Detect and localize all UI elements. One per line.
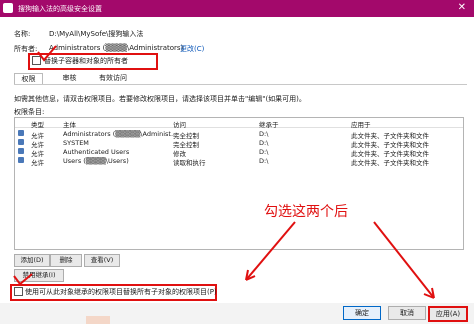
tab-audit[interactable]: 审核 [56, 73, 83, 84]
table-row[interactable]: 允许 SYSTEM 完全控制 D:\ 此文件夹、子文件夹和文件 [15, 138, 463, 149]
title-bar: 搜狗输入法的高级安全设置 ✕ [0, 0, 474, 17]
tab-effective-access[interactable]: 有效访问 [91, 73, 135, 84]
cancel-button[interactable]: 取消 [388, 306, 426, 320]
row-principal: Users (▒▒▒▒\Users) [63, 157, 129, 165]
owner-change-link[interactable]: 更改(C) [180, 44, 204, 54]
user-group-icon [18, 139, 24, 145]
row-inherited-from: D:\ [259, 130, 269, 138]
entries-label: 权限条目: [14, 108, 45, 116]
replace-children-checkbox[interactable] [14, 287, 23, 296]
col-applies-to: 应用于 [351, 121, 371, 129]
arrow-right-icon [373, 221, 435, 299]
shield-icon [3, 3, 13, 13]
tab-divider [14, 84, 467, 85]
name-label: 名称: [14, 30, 31, 38]
view-button[interactable]: 查看(V) [84, 254, 120, 267]
row-inherited-from: D:\ [259, 148, 269, 156]
row-inherited-from: D:\ [259, 139, 269, 147]
checkmark-annotation-icon [37, 45, 57, 62]
row-principal: SYSTEM [63, 139, 89, 147]
row-principal: Authenticated Users [63, 148, 130, 156]
ok-button[interactable]: 确定 [343, 306, 381, 320]
row-type: 允许 [31, 159, 44, 167]
row-principal: Administrators (▒▒▒▒▒\Administ... [63, 130, 178, 138]
row-inherited-from: D:\ [259, 157, 269, 165]
col-principal: 主体 [63, 121, 76, 129]
apply-button[interactable]: 应用(A) [428, 306, 468, 322]
replace-children-label: 使用可从此对象继承的权限项目替换所有子对象的权限项目(P) [25, 288, 217, 296]
name-value: D:\MyAll\MySofe\搜狗输入法 [49, 30, 144, 38]
row-applies-to: 此文件夹、子文件夹和文件 [351, 159, 429, 167]
background-strip [86, 316, 110, 324]
add-button[interactable]: 添加(D) [14, 254, 50, 267]
table-row[interactable]: 允许 Authenticated Users 修改 D:\ 此文件夹、子文件夹和… [15, 147, 463, 158]
owner-value: Administrators (▒▒▒▒\Administrators) [49, 44, 184, 52]
table-header: 类型 主体 访问 继承于 应用于 [15, 118, 463, 129]
arrow-left-icon [245, 221, 296, 281]
table-row[interactable]: 允许 Users (▒▒▒▒\Users) 读取和执行 D:\ 此文件夹、子文件… [15, 156, 463, 167]
user-group-icon [18, 157, 24, 163]
table-row[interactable]: 允许 Administrators (▒▒▒▒▒\Administ... 完全控… [15, 129, 463, 140]
info-text: 如需其他信息，请双击权限项目。若要修改权限项目，请选择该项目并单击"编辑"(如果… [14, 95, 306, 103]
col-type: 类型 [31, 121, 44, 129]
user-group-icon [18, 148, 24, 154]
col-access: 访问 [173, 121, 186, 129]
user-group-icon [18, 130, 24, 136]
col-inherited-from: 继承于 [259, 121, 279, 129]
window-title: 搜狗输入法的高级安全设置 [18, 5, 102, 13]
close-icon[interactable]: ✕ [458, 2, 466, 13]
delete-button[interactable]: 删除 [50, 254, 82, 267]
row-access: 读取和执行 [173, 159, 206, 167]
